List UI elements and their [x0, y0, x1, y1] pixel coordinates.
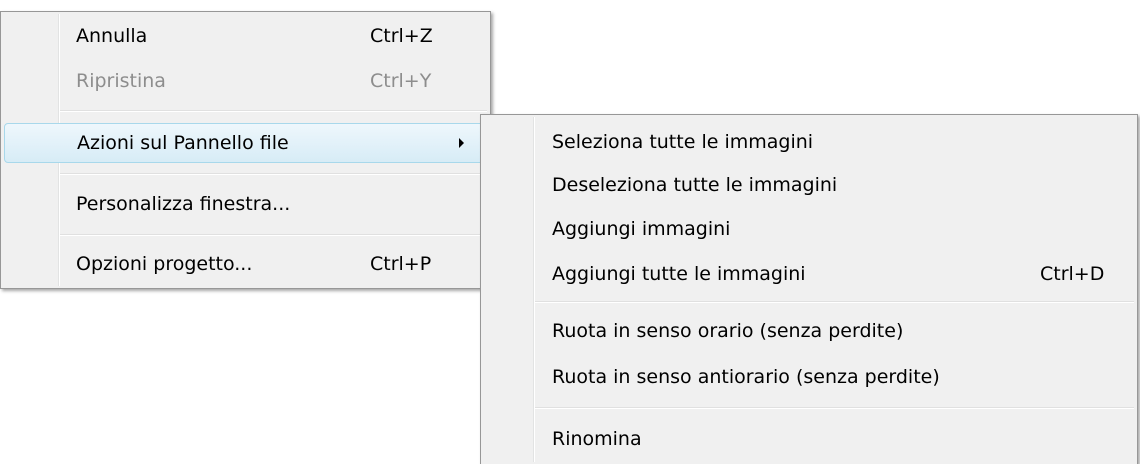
menu-item-personalizza-finestra[interactable]: Personalizza finestra... — [4, 184, 487, 224]
menu-item-label: Opzioni progetto... — [76, 253, 253, 275]
menu-item-shortcut: Ctrl+D — [1040, 263, 1105, 285]
menu-item-azioni-pannello-file[interactable]: Azioni sul Pannello file — [4, 123, 487, 163]
chevron-right-icon — [459, 138, 464, 148]
menu-item-label: Deseleziona tutte le immagini — [552, 174, 838, 196]
menu-item-aggiungi-tutte[interactable]: Aggiungi tutte le immagini Ctrl+D — [484, 254, 1134, 294]
menu-item-rinomina[interactable]: Rinomina — [484, 419, 1134, 459]
menu-item-label: Ripristina — [76, 70, 166, 92]
menu-item-ruota-orario[interactable]: Ruota in senso orario (senza perdite) — [484, 311, 1134, 351]
menu-separator — [535, 407, 1134, 409]
menu-item-label: Aggiungi tutte le immagini — [552, 263, 806, 285]
menu-item-label: Ruota in senso orario (senza perdite) — [552, 320, 904, 342]
menu-item-label: Personalizza finestra... — [76, 193, 291, 215]
menu-item-label: Seleziona tutte le immagini — [552, 131, 814, 153]
menu-item-ruota-antiorario[interactable]: Ruota in senso antiorario (senza perdite… — [484, 357, 1134, 397]
menu-item-annulla[interactable]: Annulla Ctrl+Z — [4, 16, 487, 56]
submenu-azioni-pannello-file: Seleziona tutte le immagini Deseleziona … — [480, 114, 1138, 464]
menu-item-seleziona-tutte[interactable]: Seleziona tutte le immagini — [484, 122, 1134, 162]
menu-item-opzioni-progetto[interactable]: Opzioni progetto... Ctrl+P — [4, 244, 487, 284]
menu-item-deseleziona-tutte[interactable]: Deseleziona tutte le immagini — [484, 165, 1134, 205]
menu-item-shortcut: Ctrl+P — [370, 253, 432, 275]
menu-item-aggiungi-immagini[interactable]: Aggiungi immagini — [484, 209, 1134, 249]
menu-item-label: Annulla — [76, 25, 148, 47]
menu-item-label: Azioni sul Pannello file — [77, 132, 289, 154]
menu-separator — [60, 234, 487, 236]
menu-item-shortcut: Ctrl+Y — [370, 70, 432, 92]
menu-item-label: Aggiungi immagini — [552, 218, 731, 240]
menu-separator — [60, 110, 487, 112]
menu-item-ripristina[interactable]: Ripristina Ctrl+Y — [4, 61, 487, 101]
menu-separator — [535, 301, 1134, 303]
menu-separator — [60, 173, 487, 175]
menu-item-shortcut: Ctrl+Z — [370, 25, 433, 47]
menu-item-label: Ruota in senso antiorario (senza perdite… — [552, 366, 940, 388]
context-menu: Annulla Ctrl+Z Ripristina Ctrl+Y Azioni … — [0, 11, 491, 289]
menu-item-label: Rinomina — [552, 428, 642, 450]
